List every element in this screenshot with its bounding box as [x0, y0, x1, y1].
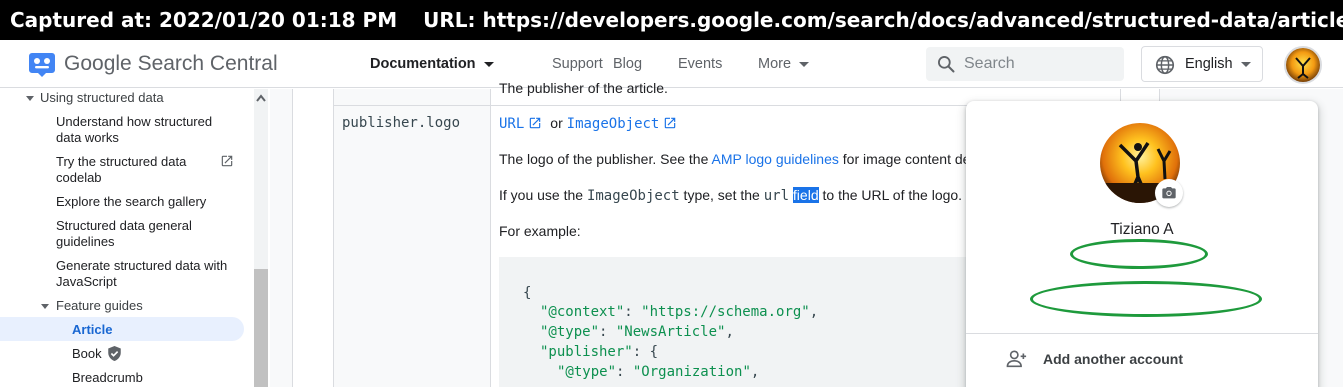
sidebar-active-highlight	[0, 317, 244, 341]
for-example-label: For example:	[499, 223, 581, 239]
property-types: URL or ImageObject	[499, 115, 685, 132]
verified-shield-icon	[108, 346, 121, 361]
amp-logo-guidelines-link[interactable]: AMP logo guidelines	[712, 151, 839, 167]
nav-events[interactable]: Events	[678, 40, 722, 88]
account-name: Tiziano A	[1110, 221, 1174, 238]
search-input[interactable]	[964, 47, 1114, 81]
selected-text-highlight: field	[792, 187, 819, 203]
imageobject-instructions: If you use the ImageObject type, set the…	[499, 187, 962, 204]
avatar	[1286, 48, 1320, 82]
search-icon	[938, 56, 955, 73]
sidebar-scrollbar-thumb[interactable]	[254, 269, 268, 387]
code-key: "publisher"	[540, 344, 633, 360]
popup-divider	[966, 333, 1318, 334]
logo-description-text-end: for image content de	[838, 151, 971, 167]
code-key: "@context"	[540, 304, 625, 320]
code-value: "NewsArticle"	[615, 324, 726, 340]
chevron-down-icon	[799, 61, 810, 67]
instructions-text-a: If you use the	[499, 187, 587, 203]
sidebar-item-guidelines-line2[interactable]: guidelines	[56, 234, 115, 250]
nav-documentation[interactable]: Documentation	[370, 40, 494, 88]
camera-icon	[1162, 187, 1176, 199]
code-key: "@type"	[557, 364, 617, 380]
code-key: "@type"	[540, 324, 600, 340]
instructions-text-c: to the URL of the logo.	[818, 187, 963, 203]
code-brace: {	[523, 285, 532, 301]
code-value: "https://schema.org"	[641, 304, 810, 320]
globe-icon	[1155, 55, 1175, 75]
sidebar-item-javascript-line1[interactable]: Generate structured data with	[56, 258, 227, 274]
sidebar-item-search-gallery[interactable]: Explore the search gallery	[56, 194, 206, 210]
sidebar-item-understand-line1[interactable]: Understand how structured	[56, 114, 212, 130]
sidebar-item-breadcrumb[interactable]: Breadcrumb	[72, 370, 143, 386]
brand-name: Google Search Central	[64, 52, 278, 76]
redaction-mark-manage-account	[1030, 281, 1262, 317]
instructions-text-b: type, set the	[679, 187, 764, 203]
sidebar-item-article[interactable]: Article	[72, 322, 112, 338]
nav-more-label: More	[758, 56, 792, 72]
change-photo-button[interactable]	[1155, 179, 1183, 207]
sidebar-item-codelab-line2[interactable]: codelab	[56, 170, 102, 186]
nav-documentation-label: Documentation	[370, 56, 476, 72]
type-link-imageobject[interactable]: ImageObject	[567, 116, 660, 132]
property-column	[333, 89, 491, 387]
sidebar-item-guidelines-line1[interactable]: Structured data general	[56, 218, 192, 234]
code-line-publisher: "publisher": {	[540, 344, 659, 360]
language-selector[interactable]: English	[1141, 46, 1263, 82]
sidebar-item-codelab-line1[interactable]: Try the structured data	[56, 154, 186, 170]
code-line-type: "@type": "NewsArticle",	[540, 324, 734, 340]
sidebar: Using structured data Understand how str…	[0, 89, 270, 387]
brand-product: Search Central	[137, 52, 278, 75]
type-or-label: or	[550, 115, 563, 131]
logo-description: The logo of the publisher. See the AMP l…	[499, 151, 970, 167]
collapse-triangle-icon[interactable]	[26, 96, 34, 101]
sidebar-section-using-structured-data[interactable]: Using structured data	[40, 90, 164, 106]
open-in-new-icon	[221, 155, 233, 167]
sidebar-section-feature-guides[interactable]: Feature guides	[56, 298, 143, 314]
open-in-new-icon[interactable]	[528, 116, 542, 130]
capture-url: URL: https://developers.google.com/searc…	[423, 8, 1343, 32]
chevron-down-icon	[1241, 62, 1251, 67]
code-line-open: {	[523, 285, 531, 301]
add-another-account-label: Add another account	[1043, 351, 1184, 367]
top-nav: Google Search Central Documentation Supp…	[0, 40, 1343, 88]
add-person-icon	[1006, 350, 1027, 368]
search-central-logo-icon	[29, 53, 55, 77]
logo-description-text: The logo of the publisher. See the	[499, 151, 712, 167]
capture-timestamp: Captured at: 2022/01/20 01:18 PM	[10, 8, 398, 32]
brand-google: Google	[64, 52, 132, 75]
search-box[interactable]	[926, 47, 1124, 81]
sidebar-item-javascript-line2[interactable]: JavaScript	[56, 274, 117, 290]
account-avatar-button[interactable]	[1284, 46, 1322, 84]
code-url: url	[763, 188, 790, 204]
code-line-context: "@context": "https://schema.org",	[540, 304, 819, 320]
property-name: publisher.logo	[342, 115, 461, 131]
site-logo[interactable]: Google Search Central	[26, 49, 278, 79]
collapse-triangle-icon[interactable]	[41, 304, 49, 309]
sidebar-item-book[interactable]: Book	[72, 346, 102, 362]
language-label: English	[1185, 56, 1233, 72]
capture-banner: Captured at: 2022/01/20 01:18 PM URL: htt…	[0, 0, 1343, 40]
code-line-pub-type: "@type": "Organization",	[557, 364, 760, 380]
sidebar-item-understand-line2[interactable]: data works	[56, 130, 119, 146]
code-imageobject: ImageObject	[586, 188, 680, 204]
code-value: "Organization"	[632, 364, 751, 380]
type-link-url[interactable]: URL	[499, 116, 524, 132]
nav-more[interactable]: More	[758, 40, 810, 88]
scroll-up-icon[interactable]	[256, 94, 266, 102]
chevron-down-icon	[483, 61, 494, 67]
account-popup: Tiziano A Add another account	[966, 101, 1318, 387]
open-in-new-icon[interactable]	[663, 116, 677, 130]
add-another-account-button[interactable]: Add another account	[966, 341, 1318, 377]
redaction-mark-email	[1070, 239, 1208, 269]
previous-row-description: The publisher of the article.	[499, 80, 668, 96]
